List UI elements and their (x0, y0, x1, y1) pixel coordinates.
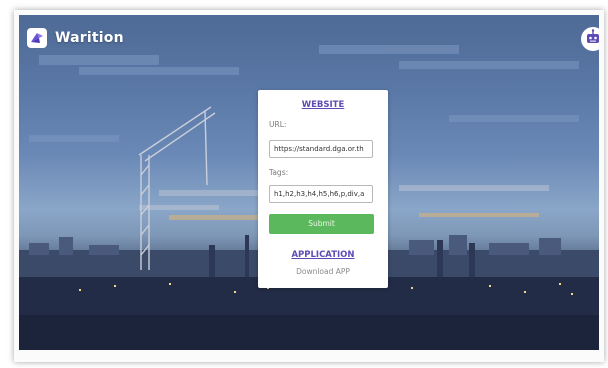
download-app-link[interactable]: Download APP (258, 267, 388, 276)
submit-button[interactable]: Submit (269, 214, 374, 234)
scrape-form-card: WEBSITE URL: Tags: Submit APPLICATION Do… (258, 90, 388, 288)
tags-input[interactable] (269, 185, 373, 203)
app-background: Warition WEBSITE URL: Tags: Submit APPLI… (19, 15, 599, 350)
construction-crane (138, 106, 216, 270)
website-heading[interactable]: WEBSITE (258, 100, 388, 110)
brand[interactable]: Warition (27, 25, 124, 51)
application-heading[interactable]: APPLICATION (258, 250, 388, 260)
assistant-button[interactable] (581, 27, 599, 51)
robot-icon (585, 29, 599, 49)
app-name: Warition (55, 30, 124, 46)
tags-label: Tags: (269, 168, 289, 177)
url-label: URL: (269, 120, 287, 129)
origami-bird-icon (27, 28, 47, 48)
url-input[interactable] (269, 140, 373, 158)
